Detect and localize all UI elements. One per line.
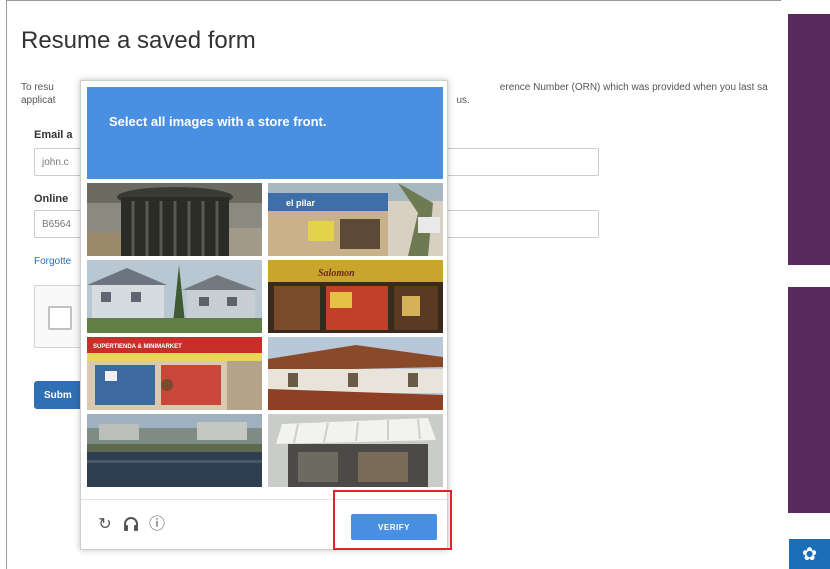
captcha-challenge: Select all images with a store front. el… <box>80 80 448 550</box>
svg-text:el pilar: el pilar <box>286 198 316 208</box>
intro-line1-start: To resu <box>21 82 54 93</box>
captcha-tile-awning-shop[interactable] <box>268 414 443 487</box>
intro-line2-end: us. <box>456 95 470 106</box>
verify-highlight-box <box>333 490 452 550</box>
forgot-orn-link[interactable]: Forgotte <box>34 256 71 267</box>
recaptcha-checkbox[interactable] <box>48 306 72 330</box>
captcha-tile-waterfront[interactable] <box>87 414 262 487</box>
side-banner-top <box>788 14 830 265</box>
info-icon[interactable]: ⓘ <box>147 514 167 534</box>
captcha-header: Select all images with a store front. <box>87 87 443 179</box>
audio-icon[interactable] <box>121 514 141 534</box>
captcha-tile-grid: el pilar Salomon SUPERTIENDA & MINIMARKE… <box>87 183 443 489</box>
svg-text:SUPERTIENDA & MINIMARKET: SUPERTIENDA & MINIMARKET <box>93 344 182 350</box>
captcha-tile-store-el-pilar[interactable]: el pilar <box>268 183 443 256</box>
captcha-tile-tiled-roof[interactable] <box>268 337 443 410</box>
intro-line2-start: applicat <box>21 95 56 106</box>
email-value: john.c <box>42 156 69 168</box>
captcha-prompt: Select all images with a store front. <box>109 114 327 129</box>
captcha-tile-store-sign[interactable]: Salomon <box>268 260 443 333</box>
reload-icon[interactable]: ↻ <box>95 514 115 534</box>
orn-label: Online <box>34 193 69 205</box>
page-title: Resume a saved form <box>21 27 256 54</box>
intro-line1-end: erence Number (ORN) which was provided w… <box>499 82 768 93</box>
orn-value: B6564 <box>42 218 71 230</box>
captcha-tile-trash-can[interactable] <box>87 183 262 256</box>
email-label: Email a <box>34 129 73 141</box>
captcha-tile-houses[interactable] <box>87 260 262 333</box>
svg-text:Salomon: Salomon <box>318 268 355 279</box>
side-banner-bottom <box>788 287 830 513</box>
captcha-tile-store-supertienda[interactable]: SUPERTIENDA & MINIMARKET <box>87 337 262 410</box>
logo-badge-icon: ✿ <box>789 539 830 569</box>
